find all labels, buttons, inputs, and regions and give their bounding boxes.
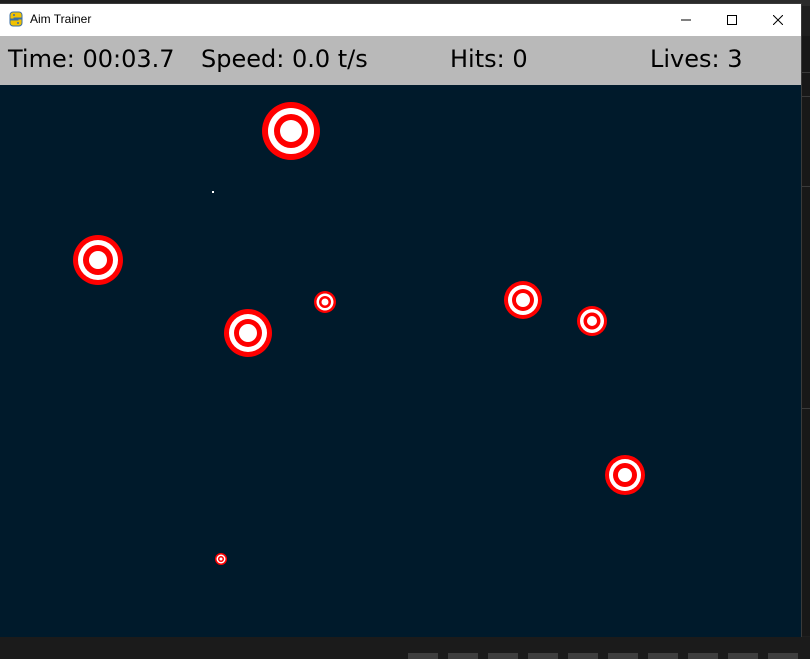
close-button[interactable] xyxy=(755,4,801,36)
hud-bar: Time: 00:03.7 Speed: 0.0 t/s Hits: 0 Liv… xyxy=(0,36,801,85)
pygame-snake-icon xyxy=(8,11,24,27)
playfield[interactable] xyxy=(0,85,801,637)
target[interactable] xyxy=(314,291,336,313)
maximize-button[interactable] xyxy=(709,4,755,36)
desktop: Aim Trainer Time: 00:03.7 Speed: 0.0 t/s… xyxy=(0,0,810,659)
hits-readout: Hits: 0 xyxy=(450,45,528,73)
window-title: Aim Trainer xyxy=(30,12,92,26)
background-editor-edge xyxy=(800,36,810,636)
target[interactable] xyxy=(73,235,123,285)
target[interactable] xyxy=(215,553,227,565)
speed-readout: Speed: 0.0 t/s xyxy=(201,45,368,73)
target-canvas[interactable] xyxy=(0,85,801,637)
target[interactable] xyxy=(577,306,607,336)
crosshair-dot xyxy=(212,191,214,193)
lives-readout: Lives: 3 xyxy=(650,45,743,73)
status-bar-text-hint xyxy=(408,653,808,659)
minimize-icon xyxy=(681,19,691,21)
target[interactable] xyxy=(605,455,645,495)
target[interactable] xyxy=(224,309,272,357)
aim-trainer-window: Aim Trainer Time: 00:03.7 Speed: 0.0 t/s… xyxy=(0,4,801,637)
close-icon xyxy=(773,15,783,25)
background-status-bar xyxy=(0,637,810,659)
title-bar[interactable]: Aim Trainer xyxy=(0,4,801,36)
target[interactable] xyxy=(262,102,320,160)
target[interactable] xyxy=(504,281,542,319)
maximize-icon xyxy=(727,15,737,25)
minimize-button[interactable] xyxy=(663,4,709,36)
time-readout: Time: 00:03.7 xyxy=(8,45,175,73)
